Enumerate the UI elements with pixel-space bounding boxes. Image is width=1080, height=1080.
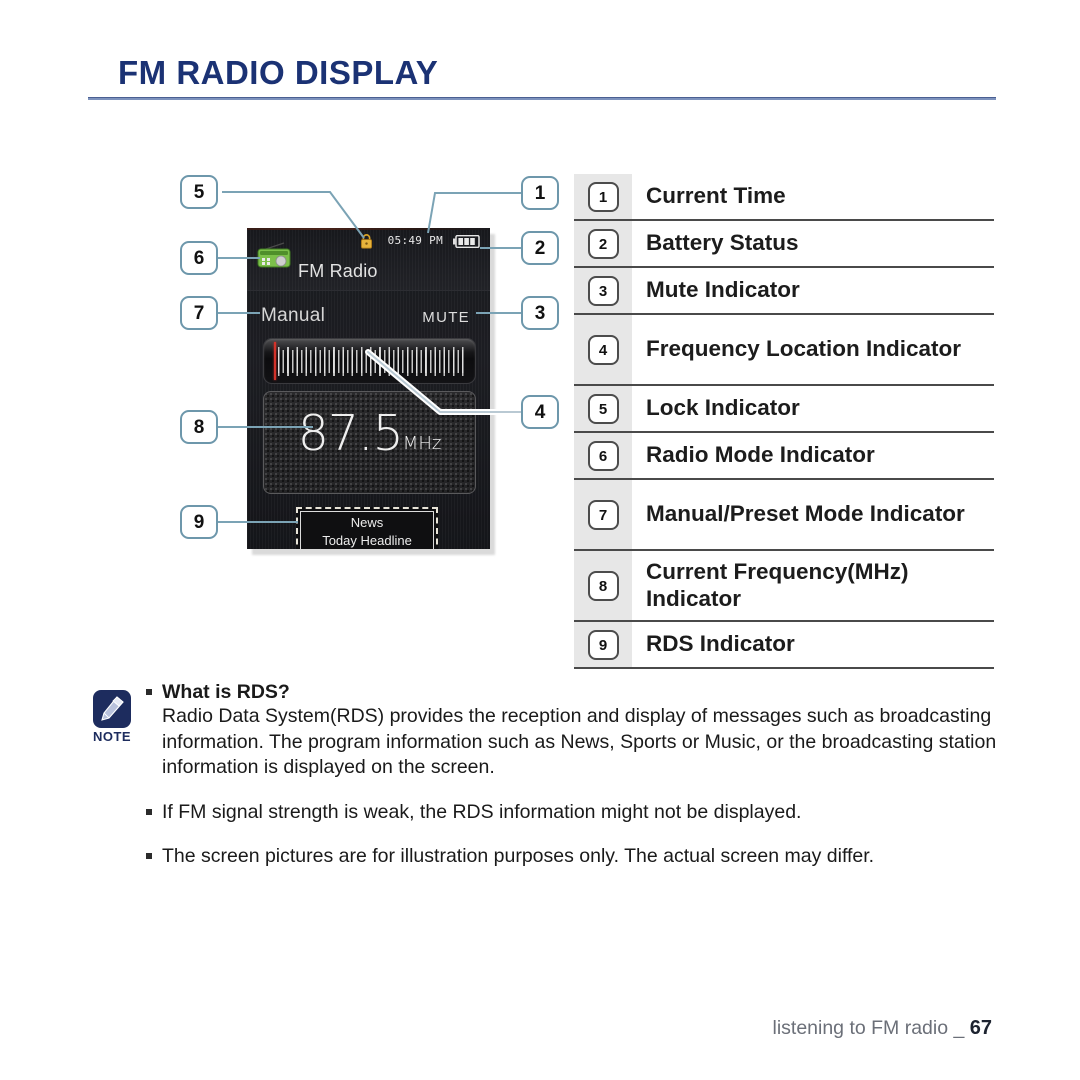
legend-label-1: Current Time [646, 183, 786, 209]
frequency-number: 87.5 [297, 405, 404, 462]
callout-badge-6: 6 [180, 241, 218, 275]
mute-indicator: MUTE [422, 309, 470, 326]
callout-badge-9: 9 [180, 505, 218, 539]
frequency-location-dial [263, 338, 476, 384]
dial-major-ticks [278, 347, 464, 376]
legend-label-6: Radio Mode Indicator [646, 442, 875, 468]
legend-label-7: Manual/Preset Mode Indicator [646, 501, 965, 527]
callout-badge-1: 1 [521, 176, 559, 210]
legend-badge-7: 7 [587, 499, 619, 530]
legend-row: 1 Current Time [574, 174, 994, 221]
note-bullet-1: If FM signal strength is weak, the RDS i… [146, 800, 998, 826]
legend-label-2: Battery Status [646, 230, 799, 256]
current-time: 05:49 PM [387, 234, 443, 247]
radio-mode-icon [257, 242, 291, 268]
legend-row: 9 RDS Indicator [574, 622, 994, 669]
callout-badge-8: 8 [180, 410, 218, 444]
legend-num-cell: 9 [574, 622, 632, 667]
legend-badge-2: 2 [587, 228, 619, 259]
note-heading-row: What is RDS? [146, 681, 998, 704]
legend-num-cell: 4 [574, 315, 632, 384]
callout-badge-7: 7 [180, 296, 218, 330]
tuning-mode-indicator: Manual [261, 305, 326, 326]
legend-label-3: Mute Indicator [646, 277, 800, 303]
title-divider [88, 97, 996, 100]
note-paragraph-wrap: Radio Data System(RDS) provides the rece… [146, 704, 998, 781]
legend-num-cell: 6 [574, 433, 632, 478]
legend-num-cell: 3 [574, 268, 632, 313]
legend-num-cell: 7 [574, 480, 632, 549]
leader-line-6 [218, 257, 260, 259]
legend-num-cell: 5 [574, 386, 632, 431]
note-pen-icon [96, 693, 128, 725]
bullet-square-icon [146, 689, 152, 695]
frequency-panel: 87.5MHz [263, 391, 476, 494]
bullet-square-icon [146, 808, 152, 815]
current-frequency: 87.5MHz [264, 409, 475, 458]
legend-table: 1 Current Time 2 Battery Status 3 Mute I… [574, 174, 994, 669]
note-bullet-text-2: The screen pictures are for illustration… [162, 845, 875, 867]
leader-line-7 [218, 312, 260, 314]
note-body: What is RDS? Radio Data System(RDS) prov… [146, 681, 998, 870]
leader-line-3 [476, 312, 523, 314]
legend-row: 3 Mute Indicator [574, 268, 994, 315]
legend-num-cell: 1 [574, 174, 632, 219]
legend-row: 2 Battery Status [574, 221, 994, 268]
callout-badge-2: 2 [521, 231, 559, 265]
page-title: FM RADIO DISPLAY [118, 54, 439, 91]
legend-row: 7 Manual/Preset Mode Indicator [574, 480, 994, 551]
app-title: FM Radio [298, 261, 378, 281]
callout-badge-3: 3 [521, 296, 559, 330]
legend-num-cell: 2 [574, 221, 632, 266]
legend-badge-1: 1 [587, 181, 619, 212]
frequency-unit: MHz [402, 433, 442, 454]
dial-needle [274, 342, 276, 380]
device-status-bar: 05:49 PM FM Radio [247, 228, 490, 291]
note-bullet-2: The screen pictures are for illustration… [146, 844, 998, 870]
rds-indicator-box: News Today Headline [296, 507, 438, 549]
legend-row: 8 Current Frequency(MHz) Indicator [574, 551, 994, 622]
legend-badge-9: 9 [587, 629, 619, 660]
legend-badge-6: 6 [587, 440, 619, 471]
legend-row: 6 Radio Mode Indicator [574, 433, 994, 480]
rds-line2: Today Headline [322, 533, 412, 548]
lock-icon [360, 234, 373, 249]
note-icon-block: NOTE [90, 690, 134, 744]
note-bullet-text-1: If FM signal strength is weak, the RDS i… [162, 800, 802, 823]
legend-num-cell: 8 [574, 551, 632, 620]
legend-label-5: Lock Indicator [646, 395, 800, 421]
note-icon [93, 690, 131, 728]
device-screen: 05:49 PM FM Radio Manual MUTE 87.5MHz Ne… [247, 228, 490, 549]
leader-line-2 [480, 247, 523, 249]
note-paragraph: Radio Data System(RDS) provides the rece… [162, 705, 997, 778]
callout-badge-5: 5 [180, 175, 218, 209]
legend-row: 4 Frequency Location Indicator [574, 315, 994, 386]
legend-badge-8: 8 [587, 570, 619, 601]
battery-icon [453, 235, 480, 248]
legend-label-8: Current Frequency(MHz) Indicator [646, 559, 909, 611]
leader-line-8 [218, 426, 313, 428]
device-screen-illustration: 05:49 PM FM Radio Manual MUTE 87.5MHz Ne… [247, 228, 495, 555]
note-heading: What is RDS? [162, 681, 290, 703]
legend-label-9: RDS Indicator [646, 631, 795, 657]
legend-badge-4: 4 [587, 334, 619, 365]
mode-row: Manual MUTE [247, 290, 490, 336]
rds-inner: News Today Headline [300, 511, 434, 549]
page-footer: listening to FM radio _ 67 [772, 1017, 992, 1040]
leader-line-9 [218, 521, 298, 523]
legend-label-4: Frequency Location Indicator [646, 336, 962, 362]
footer-text: listening to FM radio _ [772, 1017, 965, 1039]
legend-row: 5 Lock Indicator [574, 386, 994, 433]
callout-badge-4: 4 [521, 395, 559, 429]
legend-badge-5: 5 [587, 393, 619, 424]
note-label: NOTE [92, 729, 132, 744]
rds-line1: News [350, 515, 384, 530]
page-number: 67 [969, 1017, 992, 1039]
bullet-square-icon [146, 853, 152, 859]
legend-badge-3: 3 [587, 275, 619, 306]
